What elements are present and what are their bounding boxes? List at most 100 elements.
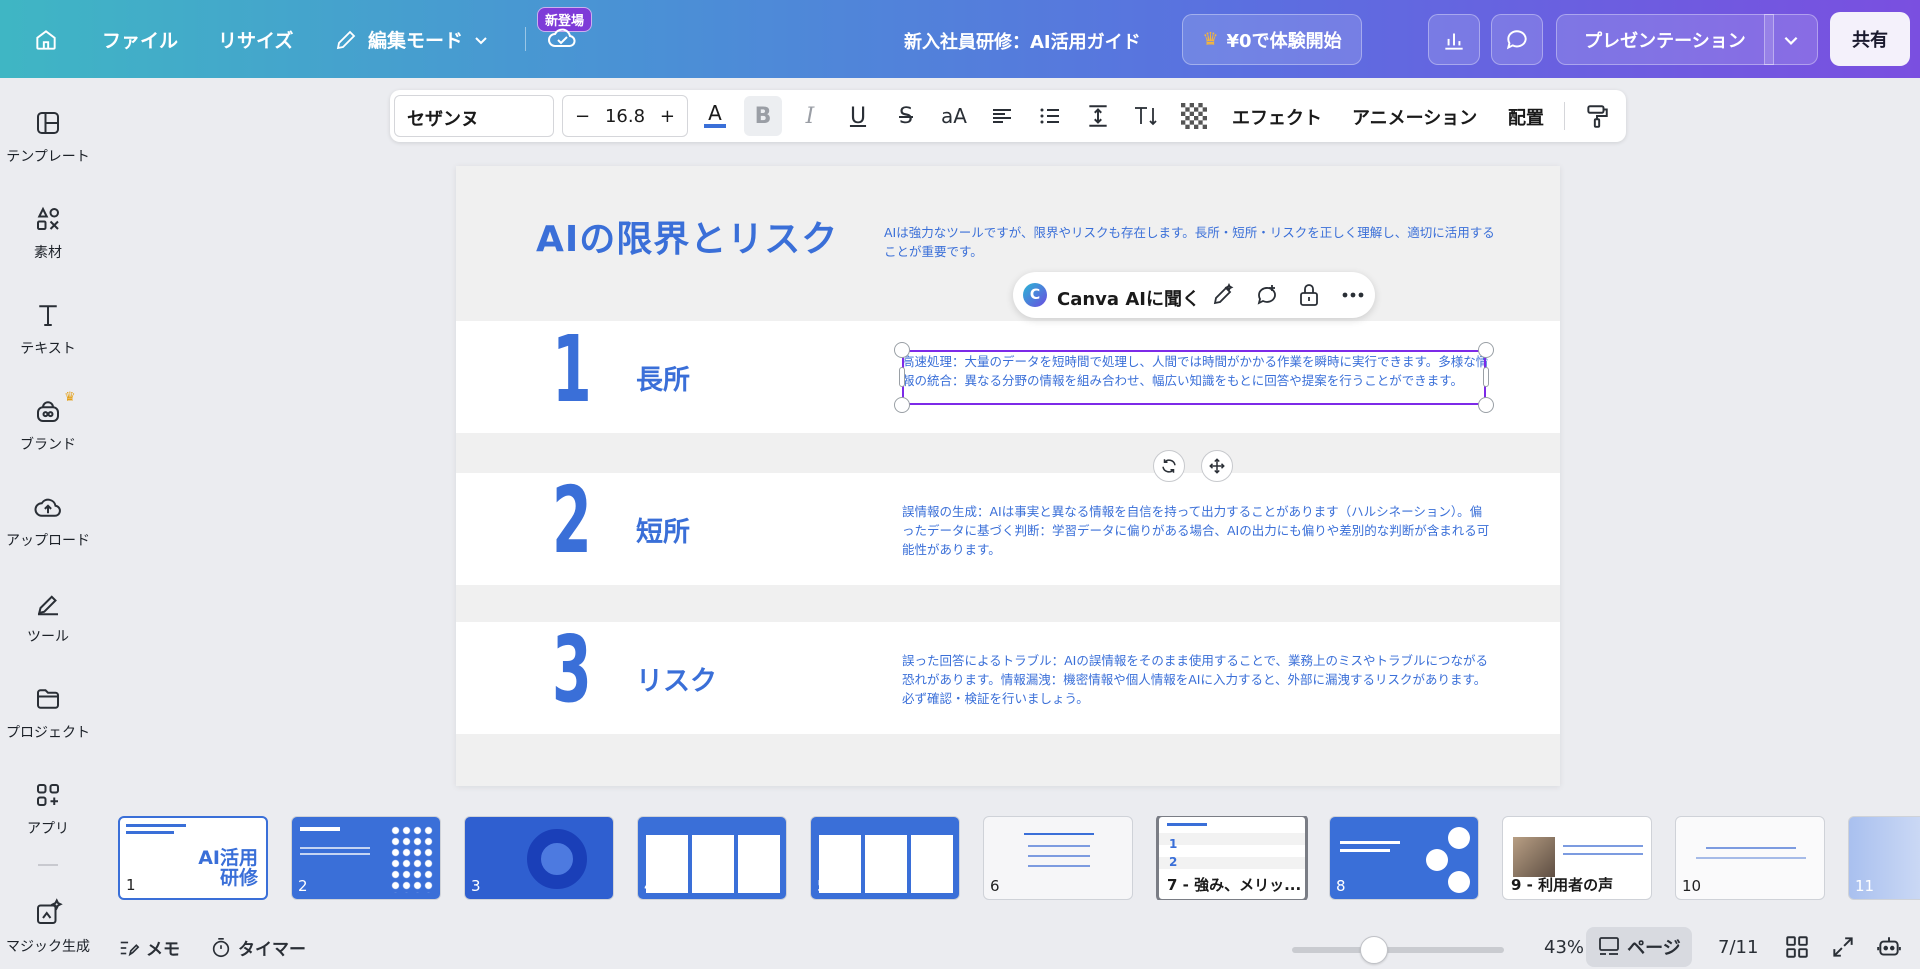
thumbnail-page-5[interactable]: 5 [810,816,960,900]
italic-icon: I [805,103,815,129]
more-horizontal-icon [1342,292,1364,298]
row-heading[interactable]: リスク [636,659,717,698]
save-status-button[interactable] [546,24,582,54]
present-button[interactable]: プレゼンテーション [1556,14,1774,65]
resize-handle[interactable] [1478,397,1494,413]
row-body-text[interactable]: 誤った回答によるトラブル：AIの誤情報をそのまま使用することで、業務上のミスやト… [902,651,1494,708]
thumbnail-page-4[interactable]: 4 [637,816,787,900]
thumbnail-page-6[interactable]: 6 [983,816,1133,900]
italic-button[interactable]: I [791,96,829,136]
thumb-decoration [1159,857,1305,869]
free-trial-button[interactable]: ♛ ¥0で体験開始 [1182,14,1362,65]
resize-handle-side[interactable] [899,367,905,387]
align-button[interactable] [983,96,1021,136]
present-dropdown-button[interactable] [1764,14,1818,65]
thumb-decoration [1028,865,1090,867]
arrange-button[interactable]: 配置 [1508,104,1544,130]
sidebar-item-brand[interactable]: ♛ ブランド [0,390,96,476]
underline-button[interactable]: U [839,96,877,136]
ask-canva-ai-button[interactable]: Canva AIに聞く [1057,285,1200,311]
font-size-increase-button[interactable]: + [660,106,675,127]
grid-view-icon[interactable] [1784,934,1810,960]
transparency-button[interactable] [1175,96,1213,136]
font-family-select[interactable]: セザンヌ [394,95,554,137]
tools-icon [37,595,58,616]
sidebar-item-template[interactable]: テンプレート [0,108,96,188]
slide-canvas[interactable]: AIの限界とリスク AIは強力なツールですが、限界やリスクも存在します。長所・短… [456,166,1560,786]
row-heading[interactable]: 短所 [636,510,690,549]
row-number[interactable]: 3 [552,624,592,716]
thumbnail-page-3[interactable]: 3 [464,816,614,900]
row-heading[interactable]: 長所 [636,358,690,397]
lock-button[interactable] [1295,281,1323,309]
selection-box[interactable] [902,350,1486,405]
thumbnail-page-10[interactable]: 10 [1675,816,1825,900]
fullscreen-icon[interactable] [1830,934,1856,960]
zoom-value[interactable]: 43% [1544,937,1584,958]
slide-title[interactable]: AIの限界とリスク [536,210,838,262]
thumbnail-page-2[interactable]: 2 [291,816,441,900]
thumb-decoration [300,827,340,831]
spacing-button[interactable] [1079,96,1117,136]
menu-file[interactable]: ファイル [102,26,178,53]
sidebar-item-text[interactable]: テキスト [0,300,96,380]
strikethrough-button[interactable]: S [887,96,925,136]
thumbnail-page-11[interactable]: 11 [1848,816,1920,900]
zoom-slider[interactable] [1292,947,1504,953]
menu-edit-mode[interactable]: 編集モード [334,26,489,53]
vertical-text-button[interactable] [1127,96,1165,136]
sidebar-item-elements[interactable]: 素材 [0,204,96,284]
zoom-slider-handle[interactable] [1360,936,1388,964]
more-options-button[interactable] [1339,281,1367,309]
share-button[interactable]: 共有 [1830,12,1910,66]
row-number[interactable]: 2 [552,475,592,567]
thumbnail-number: 8 [1336,877,1346,895]
thumbnail-page-9[interactable]: 9 - 利用者の声 [1502,816,1652,900]
sidebar-item-tools[interactable]: ツール [0,588,96,668]
timer-button[interactable]: タイマー [210,935,306,960]
resize-handle[interactable] [1478,342,1494,358]
magic-write-button[interactable] [1209,281,1237,309]
underline-icon: U [849,103,867,129]
font-size-decrease-button[interactable]: − [575,106,590,127]
list-button[interactable] [1031,96,1069,136]
letter-case-button[interactable]: aA [935,96,973,136]
sidebar-item-upload[interactable]: アップロード [0,492,96,572]
sidebar-item-projects[interactable]: プロジェクト [0,684,96,764]
elements-icon [37,206,59,230]
align-left-icon [993,109,1011,123]
effects-button[interactable]: エフェクト [1232,104,1322,130]
thumbnail-page-7[interactable]: 1 2 7 - 強み、メリッ... [1156,816,1308,900]
bold-button[interactable]: B [744,96,782,136]
resize-handle[interactable] [894,397,910,413]
row-body-text[interactable]: 誤情報の生成：AIは事実と異なる情報を自信を持って出力することがあります（ハルシ… [902,502,1494,559]
menu-resize[interactable]: リサイズ [218,26,293,53]
rotate-button[interactable] [1153,450,1185,482]
thumb-decoration [300,847,370,849]
page-view-button[interactable]: ページ [1586,927,1692,967]
font-size-stepper[interactable]: − 16.8 + [562,95,688,137]
move-button[interactable] [1201,450,1233,482]
add-comment-button[interactable] [1253,281,1281,309]
resize-handle-side[interactable] [1483,367,1489,387]
font-size-value[interactable]: 16.8 [605,106,645,127]
assistant-icon[interactable] [1876,934,1902,960]
row-number[interactable]: 1 [552,324,592,416]
thumbnail-page-8[interactable]: 8 [1329,816,1479,900]
slide-intro-text[interactable]: AIは強力なツールですが、限界やリスクも存在します。長所・短所・リスクを正しく理… [884,223,1504,261]
resize-handle[interactable] [894,342,910,358]
sidebar-item-apps[interactable]: アプリ [0,780,96,860]
thumbnail-number: 4 [644,877,654,895]
edit-mode-label: 編集モード [368,30,464,52]
text-color-button[interactable]: A [696,96,734,136]
insights-button[interactable] [1428,14,1480,65]
animation-button[interactable]: アニメーション [1352,104,1477,130]
copy-style-button[interactable] [1578,96,1616,136]
thumbnail-page-1[interactable]: AI活用研修 1 [118,816,268,900]
comments-button[interactable] [1491,14,1543,65]
page-counter: 7/11 [1718,937,1759,958]
notes-button[interactable]: メモ [118,935,180,960]
home-button[interactable] [28,22,64,58]
document-title[interactable]: 新入社員研修：AI活用ガイド [904,28,1141,54]
ai-context-bar: C Canva AIに聞く [1013,272,1375,318]
